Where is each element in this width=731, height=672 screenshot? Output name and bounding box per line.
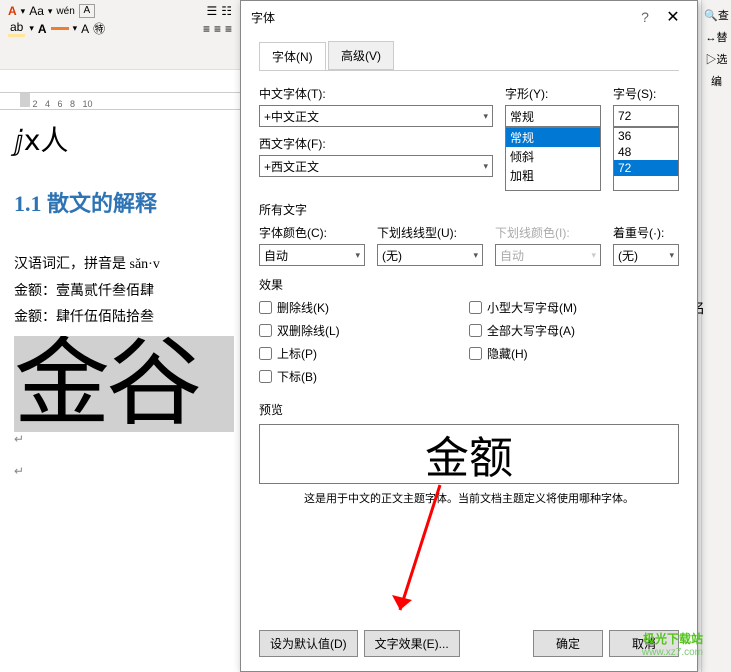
list-item: 常规 bbox=[506, 128, 600, 147]
size-listbox[interactable]: 36 48 72 bbox=[613, 127, 679, 191]
ribbon: A ▾ Aa ▾ wén A ☰ ☷ ab ▾ A ▾ A ㊕ ≡ ≡ ≡ bbox=[0, 0, 240, 70]
bullet-list-icon[interactable]: ☰ bbox=[206, 4, 217, 18]
hidden-check[interactable]: 隐藏(H) bbox=[469, 345, 679, 362]
list-item: 72 bbox=[614, 160, 678, 176]
tab-advanced[interactable]: 高级(V) bbox=[328, 41, 394, 70]
ok-button[interactable]: 确定 bbox=[533, 630, 603, 657]
body-line-2[interactable]: 金额：壹萬贰仟叁佰肆 bbox=[14, 279, 234, 306]
smallcaps-check[interactable]: 小型大写字母(M) bbox=[469, 299, 679, 316]
paragraph-mark: ↵ bbox=[14, 464, 234, 478]
preview-description: 这是用于中文的正文主题字体。当前文档主题定义将使用哪种字体。 bbox=[259, 490, 679, 506]
list-item: 加粗 bbox=[506, 166, 600, 185]
sub-check[interactable]: 下标(B) bbox=[259, 368, 469, 385]
enclose-icon[interactable]: ㊕ bbox=[93, 20, 105, 37]
watermark: 极光下载站 www.xz7.com bbox=[642, 630, 703, 658]
list-item: 36 bbox=[614, 128, 678, 144]
font-color-label: 字体颜色(C): bbox=[259, 224, 365, 241]
align-left-icon[interactable]: ≡ bbox=[203, 22, 210, 36]
phonetic-icon[interactable]: wén bbox=[56, 6, 74, 17]
text-color-icon-2[interactable]: A bbox=[38, 22, 47, 36]
align-right-icon[interactable]: ≡ bbox=[225, 22, 232, 36]
document-body: ⅉⅹ人 1.1 散文的解释 汉语词汇，拼音是 sǎn·v 金额：壹萬贰仟叁佰肆 … bbox=[8, 115, 240, 478]
right-sidebar: 🔍查 ↔替 ▷选 编 bbox=[701, 0, 731, 672]
tab-font[interactable]: 字体(N) bbox=[259, 42, 326, 70]
text-effect-button[interactable]: 文字效果(E)... bbox=[364, 630, 460, 657]
help-icon[interactable]: ? bbox=[631, 9, 659, 25]
font-color-icon[interactable]: A bbox=[8, 4, 17, 18]
strike-check[interactable]: 删除线(K) bbox=[259, 299, 469, 316]
emphasis-label: 着重号(·): bbox=[613, 224, 679, 241]
underline-color-combo: 自动▾ bbox=[495, 244, 601, 266]
ruler: 2 4 6 8 10 bbox=[0, 92, 240, 110]
font-size-icon[interactable]: Aa bbox=[29, 4, 44, 18]
en-font-combo[interactable]: +西文正文▾ bbox=[259, 155, 493, 177]
emphasis-combo[interactable]: (无)▾ bbox=[613, 244, 679, 266]
highlight-icon[interactable]: ab bbox=[8, 20, 25, 37]
size-label: 字号(S): bbox=[613, 85, 679, 102]
cn-font-combo[interactable]: +中文正文▾ bbox=[259, 105, 493, 127]
heading-1[interactable]: 1.1 散文的解释 bbox=[14, 186, 234, 218]
char-border-icon[interactable]: A bbox=[79, 4, 95, 18]
dstrike-check[interactable]: 双删除线(L) bbox=[259, 322, 469, 339]
list-item: 48 bbox=[614, 144, 678, 160]
align-center-icon[interactable]: ≡ bbox=[214, 22, 221, 36]
dialog-title: 字体 bbox=[251, 9, 631, 26]
body-line-3[interactable]: 金额：肆仟伍佰陆拾叁 bbox=[14, 305, 234, 332]
body-line-1[interactable]: 汉语词汇，拼音是 sǎn·v bbox=[14, 252, 234, 279]
underline-label: 下划线线型(U): bbox=[377, 224, 483, 241]
number-list-icon[interactable]: ☷ bbox=[221, 4, 232, 18]
underline-combo[interactable]: (无)▾ bbox=[377, 244, 483, 266]
preview-label: 预览 bbox=[259, 401, 679, 418]
style-listbox[interactable]: 常规 倾斜 加粗 bbox=[505, 127, 601, 191]
cn-font-label: 中文字体(T): bbox=[259, 85, 493, 102]
allcaps-check[interactable]: 全部大写字母(A) bbox=[469, 322, 679, 339]
char-shading-icon[interactable]: A bbox=[81, 22, 89, 36]
style-input[interactable]: 常规 bbox=[505, 105, 601, 127]
font-dialog: 字体 ? ✕ 字体(N) 高级(V) 中文字体(T): +中文正文▾ 西文字体(… bbox=[240, 0, 698, 672]
size-input[interactable]: 72 bbox=[613, 105, 679, 127]
sup-check[interactable]: 上标(P) bbox=[259, 345, 469, 362]
paragraph-mark: ↵ bbox=[14, 432, 234, 446]
find-button[interactable]: 🔍查 bbox=[702, 4, 731, 26]
font-color-combo[interactable]: 自动▾ bbox=[259, 244, 365, 266]
replace-button[interactable]: ↔替 bbox=[702, 26, 731, 48]
effects-label: 效果 bbox=[259, 276, 679, 293]
underline-color-label: 下划线颜色(I): bbox=[495, 224, 601, 241]
selected-large-text[interactable]: 金谷 bbox=[14, 336, 234, 432]
edit-label: 编 bbox=[702, 70, 731, 92]
all-text-label: 所有文字 bbox=[259, 201, 679, 218]
close-icon[interactable]: ✕ bbox=[659, 7, 687, 27]
select-button[interactable]: ▷选 bbox=[702, 48, 731, 70]
list-item: 倾斜 bbox=[506, 147, 600, 166]
preview-box: 金额 bbox=[259, 424, 679, 484]
style-label: 字形(Y): bbox=[505, 85, 601, 102]
set-default-button[interactable]: 设为默认值(D) bbox=[259, 630, 358, 657]
en-font-label: 西文字体(F): bbox=[259, 135, 493, 152]
